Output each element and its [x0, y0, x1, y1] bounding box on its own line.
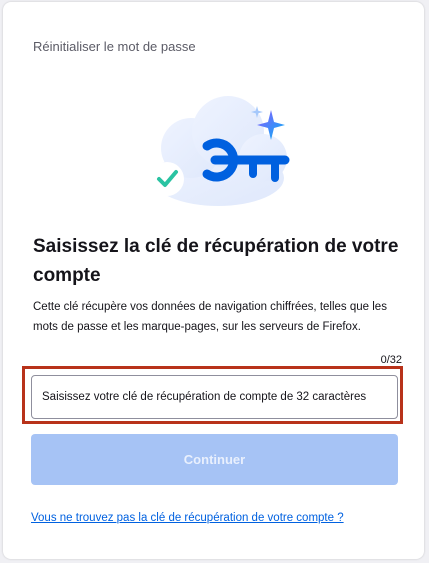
character-counter: 0/32	[380, 354, 402, 366]
checkmark-icon	[150, 162, 184, 196]
header-label: Réinitialiser le mot de passe	[33, 39, 196, 54]
page-title: Saisissez la clé de récupération de votr…	[33, 236, 399, 286]
key-cloud-illustration	[150, 96, 290, 206]
help-link[interactable]: Vous ne trouvez pas la clé de récupérati…	[31, 512, 344, 524]
description-text: Cette clé récupère vos données de naviga…	[33, 301, 387, 333]
continue-button[interactable]: Continuer	[31, 434, 398, 485]
recovery-key-input[interactable]	[31, 375, 398, 419]
